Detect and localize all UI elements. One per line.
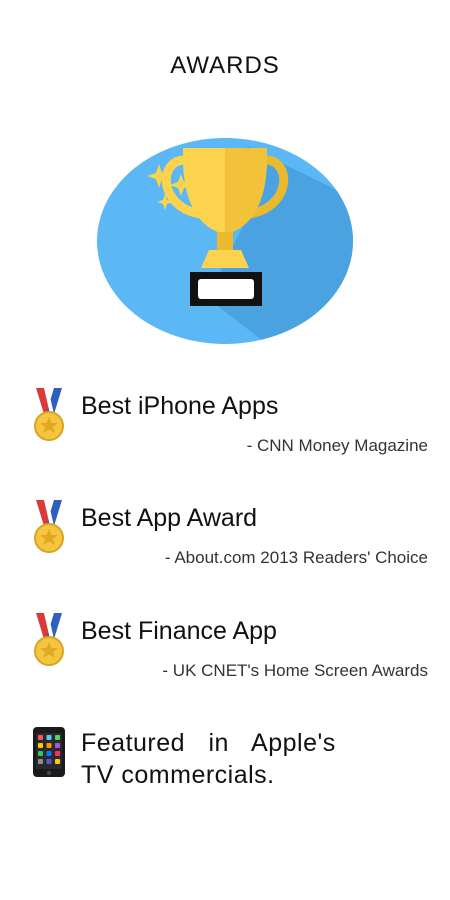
- phone-icon: [33, 727, 65, 777]
- award-source: - UK CNET's Home Screen Awards: [162, 661, 428, 680]
- award-title: Best App Award: [81, 504, 258, 532]
- award-title: Best Finance App: [81, 617, 277, 645]
- page-title: AWARDS: [170, 52, 280, 79]
- award-source: - About.com 2013 Readers' Choice: [164, 548, 428, 567]
- featured-item: Featured in Apple's TV commercials.: [32, 727, 432, 797]
- trophy-icon: [97, 138, 353, 344]
- award-item: Best App Award - About.com 2013 Readers'…: [32, 500, 432, 570]
- medal-icon: [34, 388, 64, 441]
- featured-text: Featured in Apple's TV commercials.: [81, 727, 381, 791]
- medal-icon: [34, 500, 64, 553]
- featured-line-1: Featured in Apple's: [81, 729, 336, 757]
- medal-icon: [34, 613, 64, 666]
- trophy-illustration: [97, 138, 353, 344]
- award-item: Best iPhone Apps - CNN Money Magazine: [32, 388, 432, 458]
- featured-line-2: TV commercials.: [81, 761, 275, 789]
- award-title: Best iPhone Apps: [81, 392, 279, 420]
- award-item: Best Finance App - UK CNET's Home Screen…: [32, 613, 432, 683]
- award-source: - CNN Money Magazine: [246, 436, 428, 455]
